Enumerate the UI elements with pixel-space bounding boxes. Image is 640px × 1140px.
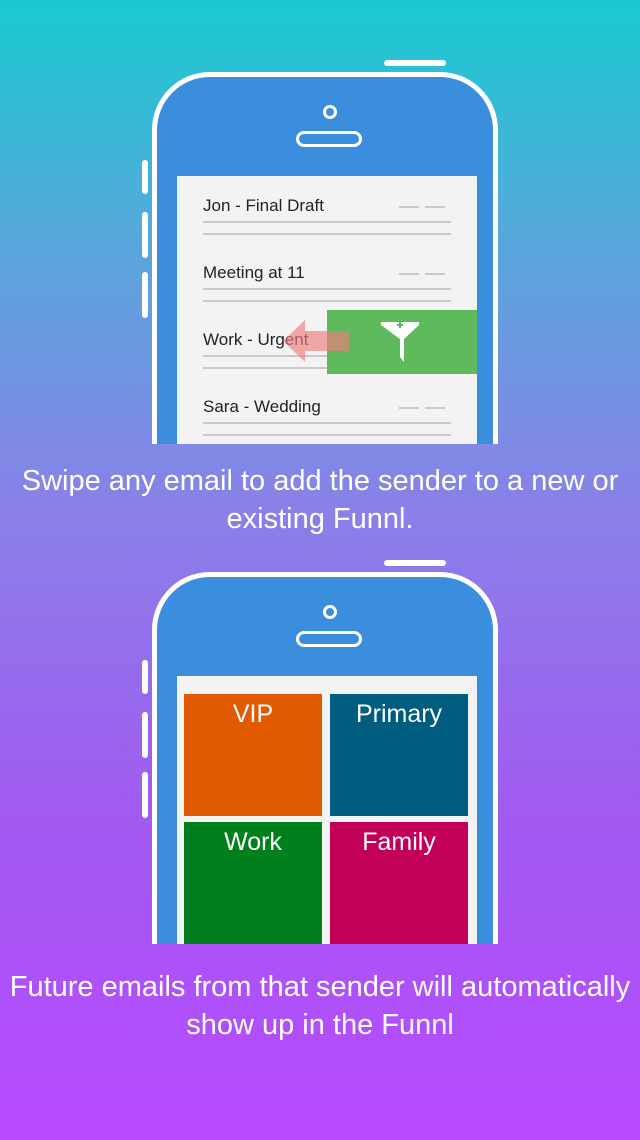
volume-down-button: [142, 272, 148, 318]
volume-down-button: [142, 772, 148, 818]
funnels-screen: VIP Primary Work Family: [177, 676, 477, 944]
volume-up-button: [142, 212, 148, 258]
phone-mockup-funnels: VIP Primary Work Family: [152, 572, 498, 944]
front-camera: [323, 605, 337, 619]
preview-line: [203, 434, 451, 436]
phone-mockup-email-list: Jon - Final Draft Meeting at 11 Work - U…: [152, 72, 498, 444]
speaker-grille: [296, 631, 362, 647]
preview-line: [203, 300, 451, 302]
preview-line: [203, 288, 451, 290]
caption-auto-sort-description: Future emails from that sender will auto…: [9, 971, 631, 1041]
email-subject: Jon - Final Draft: [203, 196, 324, 215]
email-list-screen: Jon - Final Draft Meeting at 11 Work - U…: [177, 176, 477, 444]
add-to-funnl-swipe-action[interactable]: [327, 310, 477, 374]
email-subject: Meeting at 11: [203, 263, 305, 282]
swipe-left-arrow-icon: [283, 320, 349, 362]
timestamp-placeholder: [425, 206, 445, 208]
volume-up-button: [142, 712, 148, 758]
email-subject: Sara - Wedding: [203, 397, 321, 416]
email-row[interactable]: Meeting at 11: [203, 263, 451, 311]
funnel-tile-primary[interactable]: Primary: [330, 694, 468, 816]
funnel-tile-vip[interactable]: VIP: [184, 694, 322, 816]
front-camera: [323, 105, 337, 119]
preview-line: [203, 422, 451, 424]
power-button: [384, 60, 446, 66]
funnel-add-icon: [381, 322, 419, 362]
timestamp-placeholder: [399, 273, 419, 275]
caption-swipe-instructions: Swipe any email to add the sender to a n…: [21, 465, 619, 535]
app-screen: { "emails": [ {"subject": "Jon - Final D…: [0, 0, 640, 1140]
timestamp-placeholder: [399, 206, 419, 208]
power-button: [384, 560, 446, 566]
mute-switch: [142, 660, 148, 694]
timestamp-placeholder: [425, 273, 445, 275]
timestamp-placeholder: [425, 407, 445, 409]
preview-line: [203, 221, 451, 223]
preview-line: [203, 233, 451, 235]
email-row[interactable]: Jon - Final Draft: [203, 196, 451, 244]
speaker-grille: [296, 131, 362, 147]
funnel-tile-family[interactable]: Family: [330, 822, 468, 944]
email-row[interactable]: Sara - Wedding: [203, 397, 451, 444]
funnel-tile-work[interactable]: Work: [184, 822, 322, 944]
mute-switch: [142, 160, 148, 194]
timestamp-placeholder: [399, 407, 419, 409]
